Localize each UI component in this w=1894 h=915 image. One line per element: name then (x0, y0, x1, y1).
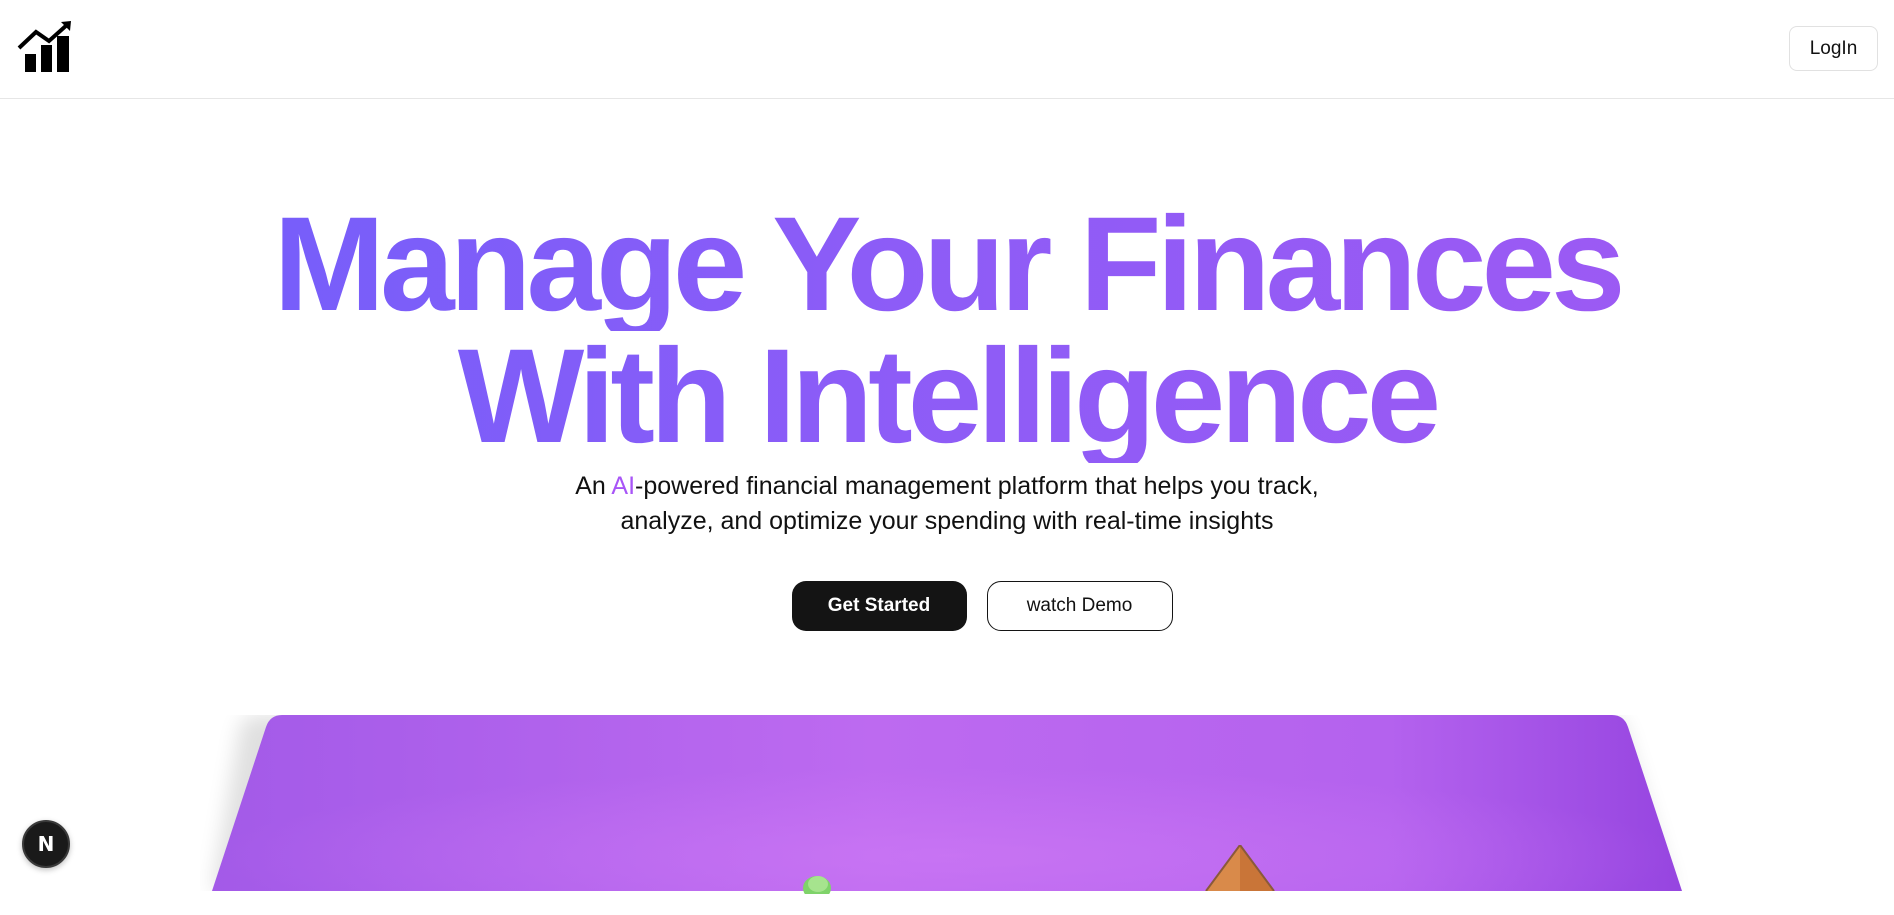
headline-line-2: With Intelligence (0, 330, 1894, 464)
get-started-button[interactable]: Get Started (791, 581, 967, 631)
dashboard-preview-panel (200, 715, 1694, 915)
coin-green-icon (802, 874, 832, 900)
site-header: LogIn (0, 0, 1894, 99)
nextjs-dev-badge[interactable]: N (22, 820, 70, 868)
logo-chart-icon[interactable] (16, 20, 80, 76)
cta-row: Get Started watch Demo (0, 581, 1894, 631)
headline-line-1: Manage Your Finances (0, 198, 1894, 332)
subtitle-line1-rest: -powered financial management platform t… (635, 472, 1319, 500)
pyramid-orange-icon (1200, 843, 1280, 892)
nextjs-letter-icon: N (37, 832, 55, 856)
watch-demo-button[interactable]: watch Demo (986, 581, 1173, 631)
subtitle-prefix: An (575, 472, 612, 500)
subtitle-line2: analyze, and optimize your spending with… (620, 507, 1274, 535)
hero-subtitle: An AI-powered financial management platf… (0, 469, 1894, 539)
login-button[interactable]: LogIn (1789, 26, 1878, 71)
subtitle-ai-highlight: AI (611, 472, 636, 500)
hero-headline: Manage Your Finances With Intelligence (0, 198, 1894, 464)
